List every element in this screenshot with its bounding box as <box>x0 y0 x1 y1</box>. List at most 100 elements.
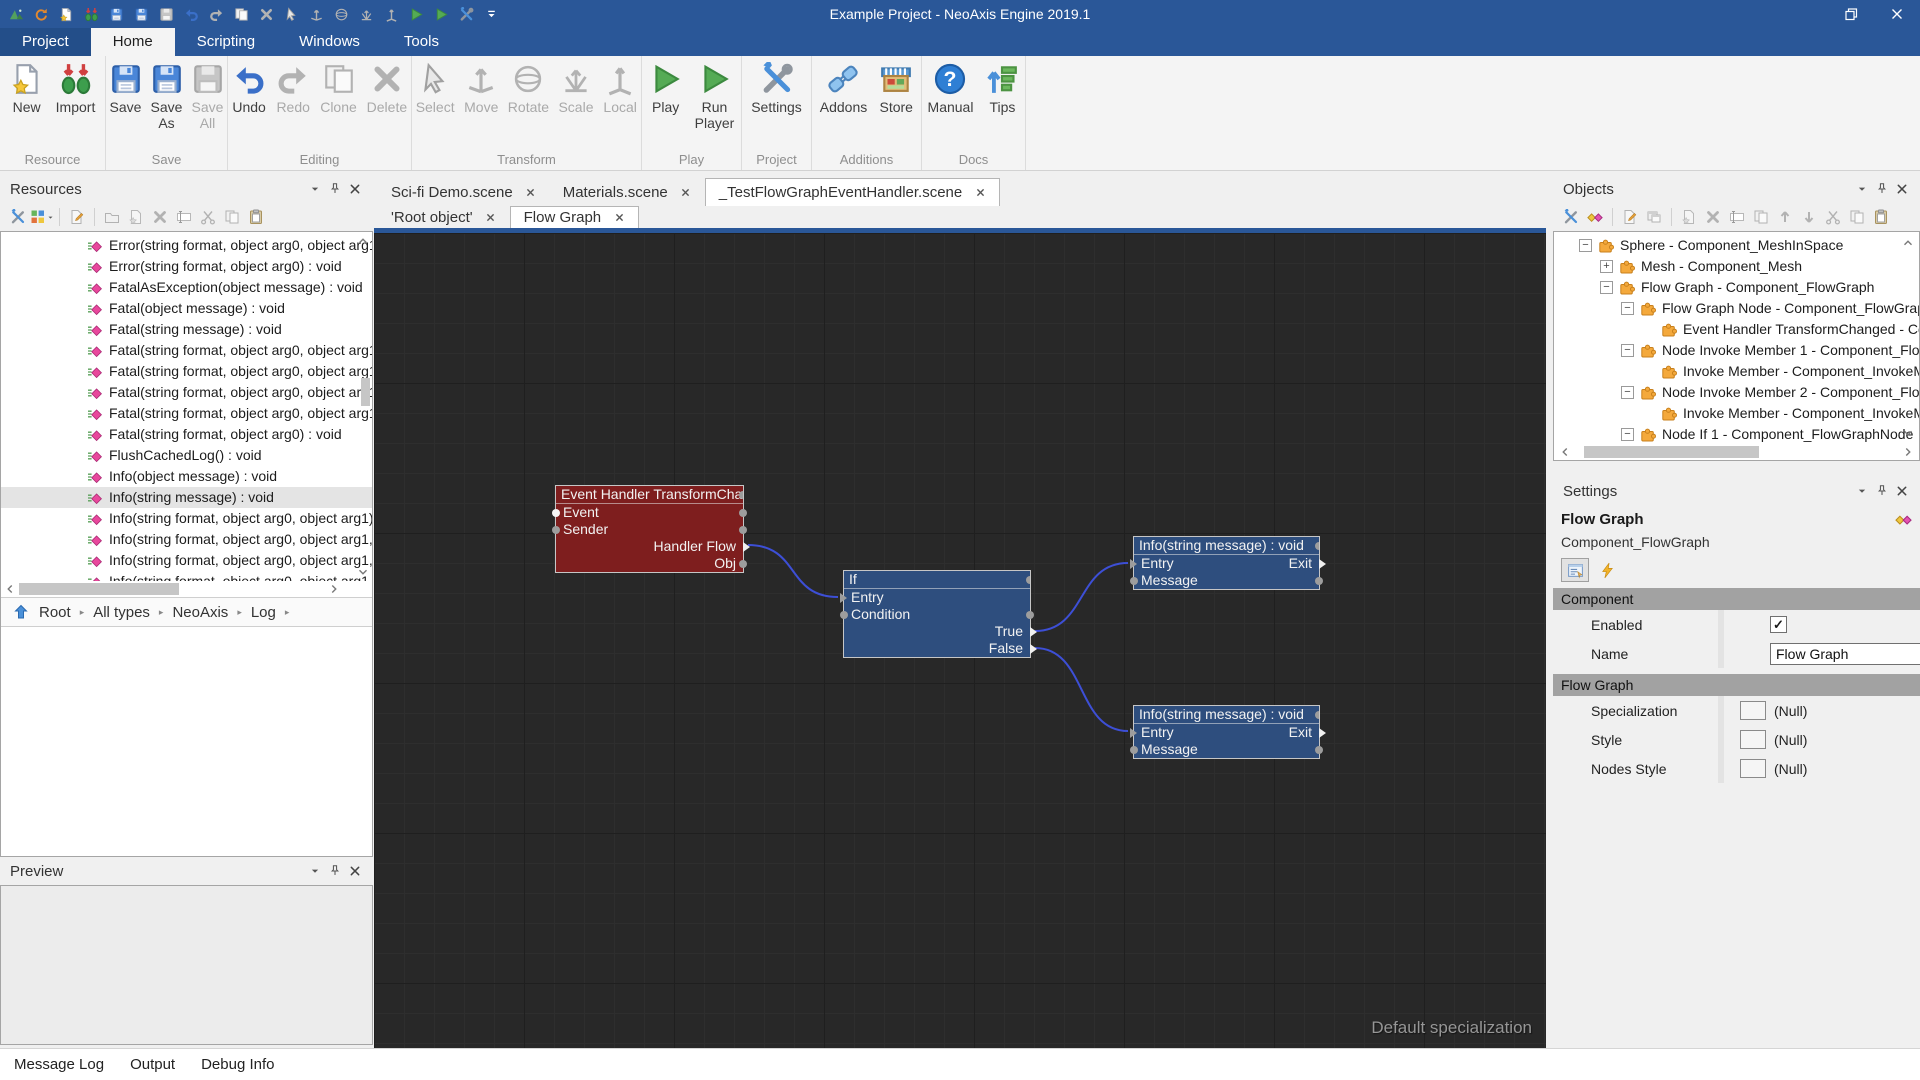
bottom-tab-message-log[interactable]: Message Log <box>14 1056 104 1073</box>
reference-thumbnail[interactable] <box>1740 730 1766 749</box>
scroll-right-icon[interactable] <box>1901 445 1915 459</box>
node-pin-circle[interactable] <box>1315 577 1323 585</box>
horizontal-scrollbar-thumb[interactable] <box>19 583 179 595</box>
ribbon-button-store[interactable]: Store <box>874 60 918 133</box>
node-pin-arrow[interactable] <box>743 542 750 552</box>
resource-item[interactable]: Error(string format, object arg0) : void <box>1 256 372 277</box>
node-pin-arrow[interactable] <box>1030 627 1037 637</box>
panel-menu-button[interactable] <box>1852 179 1872 199</box>
flow-graph-wire[interactable] <box>1035 648 1128 731</box>
node-pin-circle[interactable] <box>1026 576 1030 584</box>
breadcrumb-item-log[interactable]: Log <box>251 604 276 621</box>
resources-delete-x-button[interactable] <box>150 207 170 227</box>
collapse-icon[interactable]: − <box>1621 302 1634 315</box>
scroll-down-icon[interactable] <box>356 565 370 579</box>
node-pin-circle[interactable] <box>552 526 560 534</box>
objects-tree-item[interactable]: Invoke Member - Component_InvokeMember <box>1554 361 1919 382</box>
resource-item[interactable]: Error(string format, object arg0, object… <box>1 235 372 256</box>
resource-item[interactable]: Info(object message) : void <box>1 466 372 487</box>
resources-tools-colored-button[interactable] <box>8 207 28 227</box>
resource-item[interactable]: FlushCachedLog() : void <box>1 445 372 466</box>
node-pin-circle[interactable] <box>552 509 560 517</box>
panel-close-button[interactable] <box>1892 481 1912 501</box>
objects-clone-button[interactable] <box>1847 207 1867 227</box>
resources-folder-button[interactable] <box>102 207 122 227</box>
name-input[interactable] <box>1770 643 1920 665</box>
objects-tree-item[interactable]: +Mesh - Component_Mesh <box>1554 256 1919 277</box>
qat-move-button[interactable] <box>308 6 324 22</box>
resource-item[interactable]: Info(string format, object arg0, object … <box>1 529 372 550</box>
menu-tab-windows[interactable]: Windows <box>277 28 382 56</box>
breadcrumb-item-all-types[interactable]: All types <box>93 604 150 621</box>
resource-item[interactable]: Info(string format, object arg0, object … <box>1 508 372 529</box>
menu-tab-scripting[interactable]: Scripting <box>175 28 277 56</box>
flow-graph-canvas[interactable]: Default specialization Event Handler Tra… <box>374 233 1546 1048</box>
ribbon-button-settings[interactable]: Settings <box>746 60 807 133</box>
minimize-button[interactable] <box>1782 0 1828 28</box>
menu-tab-tools[interactable]: Tools <box>382 28 461 56</box>
panel-pin-button[interactable] <box>325 861 345 881</box>
tab-close-icon[interactable] <box>974 187 986 199</box>
panel-menu-button[interactable] <box>305 861 325 881</box>
restore-button[interactable] <box>1828 0 1874 28</box>
qat-play-button[interactable] <box>433 6 449 22</box>
panel-pin-button[interactable] <box>1872 481 1892 501</box>
node-pin-circle[interactable] <box>1026 611 1034 619</box>
qat-save-button[interactable] <box>108 6 124 22</box>
resources-pencil-page-button[interactable] <box>67 207 87 227</box>
document-tab[interactable]: _TestFlowGraphEventHandler.scene <box>705 178 1000 206</box>
objects-tree-item[interactable]: Event Handler TransformChanged - Compone… <box>1554 319 1919 340</box>
qat-undo-button[interactable] <box>183 6 199 22</box>
qat-settings-tools-button[interactable] <box>458 6 474 22</box>
qat-scale-button[interactable] <box>358 6 374 22</box>
panel-close-button[interactable] <box>1892 179 1912 199</box>
resource-item[interactable]: Fatal(string format, object arg0, object… <box>1 403 372 424</box>
document-tab[interactable]: Sci-fi Demo.scene <box>378 178 550 206</box>
node-pin-circle[interactable] <box>1315 542 1319 550</box>
objects-pencil-page-button[interactable] <box>1620 207 1640 227</box>
resource-item[interactable]: Info(string message) : void <box>1 487 372 508</box>
node-pin-arrow[interactable] <box>840 593 847 603</box>
node-pin-circle[interactable] <box>1315 711 1319 719</box>
horizontal-scrollbar-thumb[interactable] <box>1584 446 1759 458</box>
qat-redo-button[interactable] <box>208 6 224 22</box>
reference-thumbnail[interactable] <box>1740 759 1766 778</box>
node-pin-arrow[interactable] <box>1130 559 1137 569</box>
node-pin-circle[interactable] <box>1315 746 1323 754</box>
node-pin-arrow[interactable] <box>1030 644 1037 654</box>
document-tab[interactable]: Materials.scene <box>550 178 705 206</box>
close-button[interactable] <box>1874 0 1920 28</box>
panel-pin-button[interactable] <box>325 179 345 199</box>
qat-save-button[interactable] <box>133 6 149 22</box>
panel-close-button[interactable] <box>345 861 365 881</box>
objects-tree-item[interactable]: −Node Invoke Member 1 - Component_FlowGr… <box>1554 340 1919 361</box>
subdocument-tab[interactable]: 'Root object' <box>378 206 510 228</box>
qat-save-gray-button[interactable] <box>158 6 174 22</box>
objects-scissors-button[interactable] <box>1823 207 1843 227</box>
objects-tree-item[interactable]: −Sphere - Component_MeshInSpace <box>1554 235 1919 256</box>
settings-mode-props-card-button[interactable] <box>1561 558 1589 582</box>
tab-close-icon[interactable] <box>525 186 537 198</box>
ribbon-button-save-as[interactable]: SaveAs <box>147 60 186 133</box>
node-pin-circle[interactable] <box>739 526 747 534</box>
resource-item[interactable]: Fatal(object message) : void <box>1 298 372 319</box>
vertical-scrollbar-thumb[interactable] <box>361 378 370 406</box>
ribbon-button-run-player[interactable]: RunPlayer <box>690 60 740 133</box>
menu-tab-home[interactable]: Home <box>91 28 175 56</box>
collapse-icon[interactable]: − <box>1579 239 1592 252</box>
objects-tree-item[interactable]: −Flow Graph Node - Component_FlowGraphNo… <box>1554 298 1919 319</box>
breadcrumb-item-neoaxis[interactable]: NeoAxis <box>172 604 228 621</box>
breadcrumb-item-root[interactable]: Root <box>39 604 71 621</box>
resource-item[interactable]: Fatal(string format, object arg0, object… <box>1 340 372 361</box>
qat-local-button[interactable] <box>383 6 399 22</box>
ribbon-button-play[interactable]: Play <box>644 60 688 133</box>
tab-close-icon[interactable] <box>680 186 692 198</box>
node-pin-circle[interactable] <box>739 560 747 568</box>
node-pin-arrow[interactable] <box>1319 559 1326 569</box>
qat-new-file-button[interactable] <box>58 6 74 22</box>
objects-arrow-up-button[interactable] <box>1775 207 1795 227</box>
panel-pin-button[interactable] <box>1872 179 1892 199</box>
resources-rename-button[interactable] <box>174 207 194 227</box>
objects-tree-item[interactable]: Invoke Member - Component_InvokeMember <box>1554 403 1919 424</box>
collapse-icon[interactable]: − <box>1621 344 1634 357</box>
